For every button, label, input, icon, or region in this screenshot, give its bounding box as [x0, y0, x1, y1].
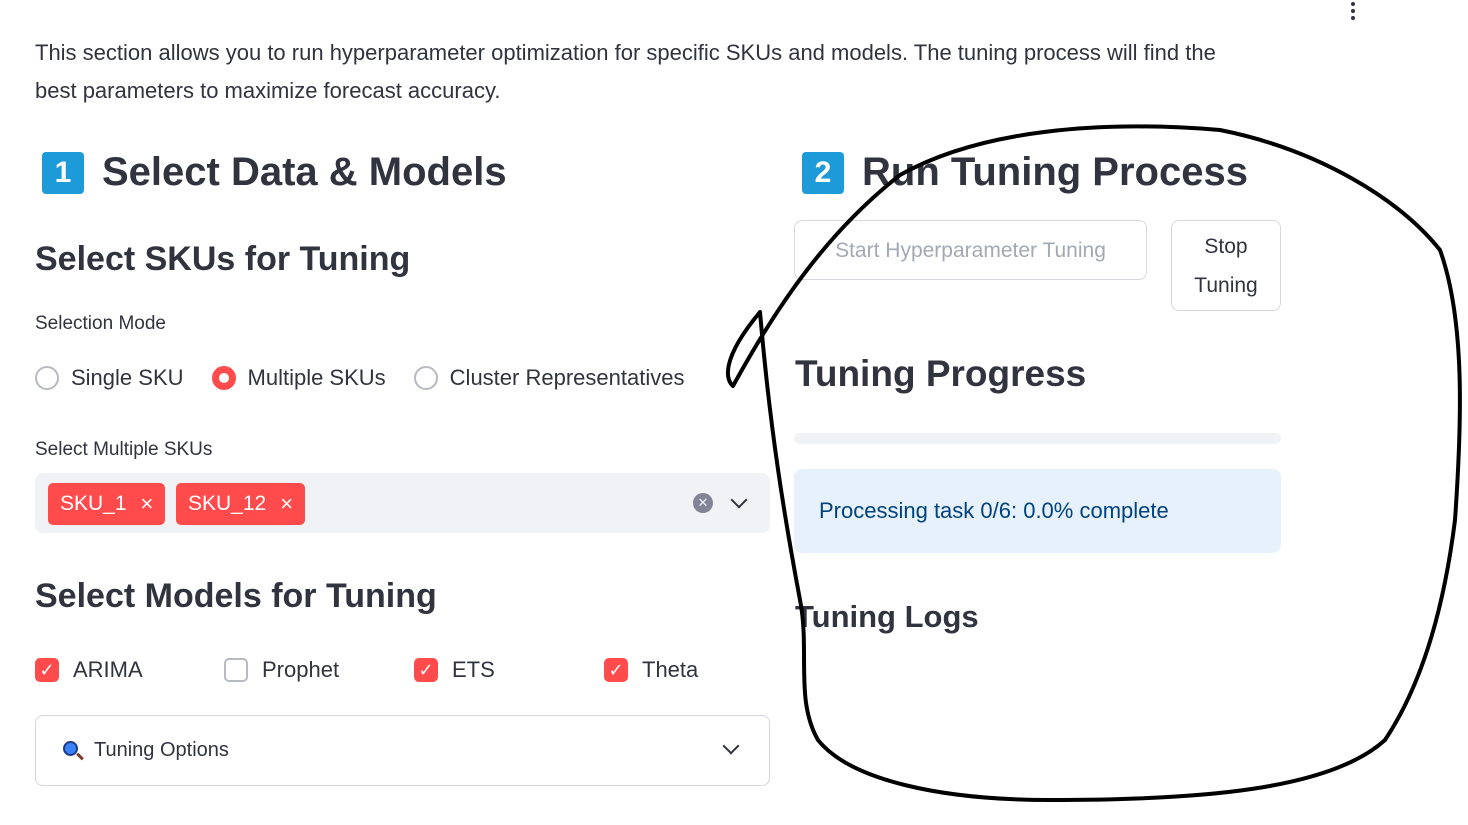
chevron-down-icon[interactable]	[730, 491, 748, 509]
stop-tuning-button[interactable]: Stop Tuning	[1171, 220, 1281, 311]
section-2-title: Run Tuning Process	[862, 150, 1248, 194]
radio-circle-selected[interactable]	[211, 366, 236, 390]
progress-status-box: Processing task 0/6: 0.0% complete	[794, 469, 1281, 553]
radio-label: Cluster Representatives	[449, 365, 685, 390]
logs-heading: Tuning Logs	[795, 599, 979, 634]
checkbox-unchecked[interactable]	[224, 658, 248, 682]
checkbox-checked[interactable]: ✓	[604, 658, 628, 682]
magnifier-icon	[62, 740, 84, 762]
sku-tag: SKU_12 ×	[176, 483, 306, 525]
multi-sku-label: Select Multiple SKUs	[35, 439, 213, 460]
section-1-heading: 1 Select Data & Models	[42, 150, 507, 195]
chevron-down-icon	[722, 737, 740, 755]
remove-tag-icon[interactable]: ×	[141, 491, 154, 517]
radio-circle[interactable]	[413, 366, 438, 390]
selection-mode-label: Selection Mode	[35, 313, 166, 334]
clear-all-icon[interactable]: ✕	[693, 493, 713, 513]
checkbox-theta[interactable]: ✓ Theta	[604, 657, 698, 683]
radio-label: Multiple SKUs	[247, 365, 386, 390]
tuning-options-expander[interactable]: Tuning Options	[35, 715, 770, 786]
checkbox-prophet[interactable]: Prophet	[224, 657, 339, 683]
sku-heading: Select SKUs for Tuning	[35, 240, 411, 278]
intro-text: This section allows you to run hyperpara…	[35, 34, 1265, 110]
checkbox-label: ETS	[452, 657, 495, 682]
selection-mode-radio-group: Single SKU Multiple SKUs Cluster Represe…	[35, 365, 712, 391]
section-1-title: Select Data & Models	[102, 150, 507, 194]
tuning-options-label: Tuning Options	[94, 739, 229, 761]
sku-multiselect[interactable]: SKU_1 × SKU_12 × ✕	[35, 473, 770, 533]
radio-cluster-representatives[interactable]: Cluster Representatives	[413, 365, 685, 391]
models-heading: Select Models for Tuning	[35, 577, 437, 615]
checkbox-checked[interactable]: ✓	[414, 658, 438, 682]
stop-label-line-1: Stop	[1204, 234, 1248, 258]
progress-bar	[794, 433, 1281, 444]
more-menu-icon[interactable]	[1343, 0, 1363, 20]
number-2-icon: 2	[802, 151, 844, 194]
hand-drawn-annotation	[725, 124, 1462, 802]
sku-tag-label: SKU_12	[188, 492, 267, 515]
sku-tag: SKU_1 ×	[48, 483, 166, 525]
radio-circle[interactable]	[35, 366, 59, 390]
checkbox-label: Theta	[642, 657, 699, 682]
checkbox-label: ARIMA	[73, 657, 143, 682]
checkbox-ets[interactable]: ✓ ETS	[414, 657, 495, 683]
intro-line-2: best parameters to maximize forecast acc…	[35, 78, 501, 103]
checkbox-arima[interactable]: ✓ ARIMA	[35, 657, 143, 683]
radio-label: Single SKU	[71, 365, 184, 390]
checkbox-label: Prophet	[262, 657, 340, 682]
progress-heading: Tuning Progress	[795, 353, 1087, 394]
sku-tag-label: SKU_1	[60, 492, 127, 515]
section-2-heading: 2 Run Tuning Process	[802, 150, 1248, 195]
start-tuning-button[interactable]: Start Hyperparameter Tuning	[794, 220, 1147, 280]
radio-multiple-skus[interactable]: Multiple SKUs	[211, 365, 386, 391]
progress-status-text: Processing task 0/6: 0.0% complete	[819, 498, 1169, 523]
stop-label-line-2: Tuning	[1194, 273, 1258, 297]
intro-line-1: This section allows you to run hyperpara…	[35, 40, 1216, 65]
number-1-icon: 1	[42, 151, 84, 194]
remove-tag-icon[interactable]: ×	[280, 491, 293, 517]
radio-single-sku[interactable]: Single SKU	[35, 365, 184, 391]
checkbox-checked[interactable]: ✓	[35, 658, 59, 682]
